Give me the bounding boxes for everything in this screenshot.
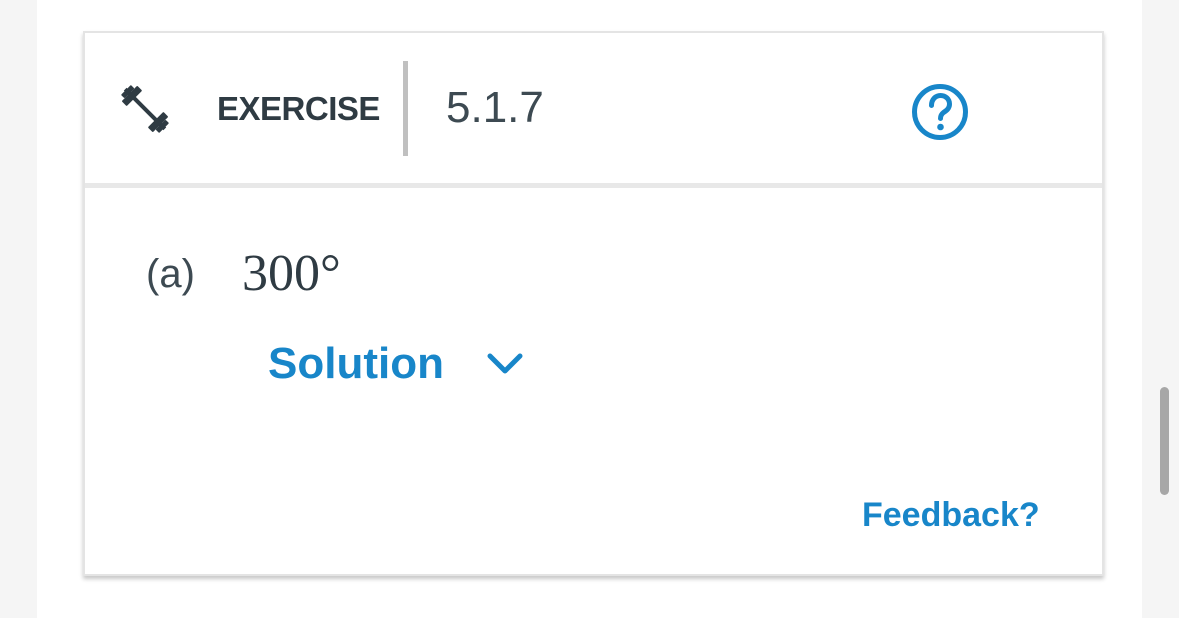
dumbbell-icon [121, 85, 169, 133]
question-mark-circle-icon[interactable] [911, 83, 969, 141]
scrollbar-thumb[interactable] [1160, 387, 1169, 495]
feedback-link[interactable]: Feedback? [862, 495, 1040, 535]
part-label: (a) [146, 252, 195, 296]
exercise-card: EXERCISE 5.1.7 (a) 300° Solution Feedbac… [83, 31, 1104, 576]
exercise-header: EXERCISE 5.1.7 [85, 33, 1102, 188]
solution-toggle-button[interactable]: Solution [268, 336, 524, 392]
section-label: EXERCISE [217, 90, 380, 127]
part-value: 300° [242, 245, 341, 302]
header-divider [403, 61, 408, 156]
exercise-number: 5.1.7 [446, 83, 544, 132]
chevron-down-icon [487, 353, 523, 374]
solution-label: Solution [268, 339, 444, 388]
exercise-body: (a) 300° Solution Feedback? [85, 188, 1102, 574]
